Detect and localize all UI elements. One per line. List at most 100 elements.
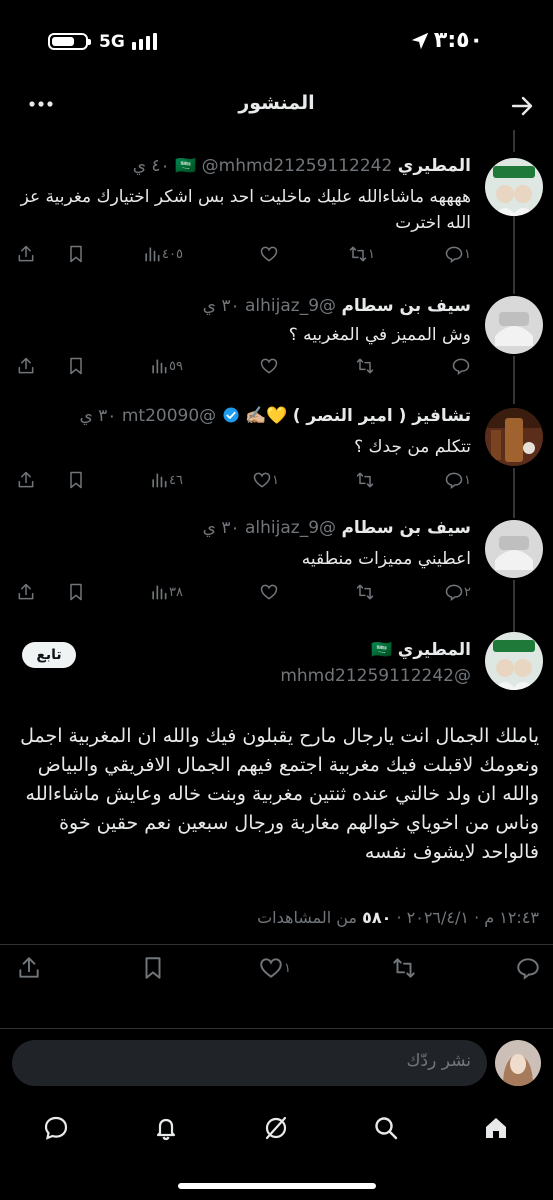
share-icon <box>18 471 34 488</box>
like-action[interactable] <box>259 580 279 604</box>
search-icon[interactable] <box>372 1114 400 1142</box>
reply-icon <box>452 358 470 375</box>
reply-action[interactable]: ٢ <box>444 580 471 604</box>
display-name[interactable]: المطيري <box>398 156 471 176</box>
retweet-action[interactable]: ١ <box>348 242 375 266</box>
reply-placeholder: نشر ردّك <box>406 1051 471 1071</box>
home-icon[interactable] <box>482 1114 510 1142</box>
retweet-icon <box>349 246 367 262</box>
views-count[interactable]: ٥٨٠ <box>362 908 391 927</box>
like-count: ١ <box>284 960 291 976</box>
reply-header: المطيري 🇸🇦 @mhmd21259112242 ٤٠ ي <box>12 156 471 176</box>
display-name[interactable]: سيف بن سطام <box>341 518 471 538</box>
retweet-action[interactable] <box>391 956 417 980</box>
retweet-icon <box>393 958 415 978</box>
avatar[interactable] <box>485 158 543 216</box>
thread-line <box>513 130 515 152</box>
avatar[interactable] <box>485 408 543 466</box>
views-count: ٣٨ <box>169 584 183 600</box>
status-bar: 5G ٣:٥٠ <box>0 0 553 80</box>
retweet-icon <box>356 584 374 600</box>
reply-action[interactable] <box>515 956 541 980</box>
reply-icon <box>445 472 463 489</box>
avatar[interactable] <box>485 296 543 354</box>
reply-text: وش المميز في المغربيه ؟ <box>288 325 471 345</box>
views-action[interactable]: ٣٨ <box>149 580 183 604</box>
share-action[interactable] <box>16 354 36 378</box>
bookmark-action[interactable] <box>66 354 86 378</box>
reply-count: ١ <box>464 472 471 488</box>
views-action[interactable]: ٤٦ <box>149 468 183 492</box>
reply-header: سيف بن سطام @alhijaz_9 ٣٠ ي <box>12 518 471 538</box>
heart-icon <box>260 584 278 600</box>
reply-icon <box>517 958 539 980</box>
bookmark-action[interactable] <box>66 468 86 492</box>
share-icon <box>19 957 39 978</box>
reply-header: تشافيز ( امير النصر ) 💛✍🏼 @mt20090 ٣٠ ي <box>12 406 471 426</box>
reply-time: ٣٠ ي <box>202 518 240 538</box>
bookmark-icon <box>70 357 82 375</box>
bookmark-action[interactable] <box>140 956 166 980</box>
reply-header: سيف بن سطام @alhijaz_9 ٣٠ ي <box>12 296 471 316</box>
bottom-tab-bar <box>0 1100 553 1156</box>
retweet-action[interactable] <box>355 580 375 604</box>
share-icon <box>18 245 34 262</box>
share-action[interactable] <box>16 468 36 492</box>
reply-action[interactable]: ١ <box>444 468 471 492</box>
views-icon <box>152 585 167 600</box>
main-post-name-line: المطيري 🇸🇦 <box>12 640 471 660</box>
retweet-action[interactable] <box>355 468 375 492</box>
reply-text: تتكلم من جدك ؟ <box>354 437 471 457</box>
views-action[interactable]: ٤٠٥ <box>142 242 183 266</box>
follow-button[interactable]: تابع <box>22 642 76 668</box>
avatar[interactable] <box>485 520 543 578</box>
reply-action[interactable] <box>451 354 471 378</box>
reply-count: ١ <box>464 246 471 262</box>
share-action[interactable] <box>16 242 36 266</box>
like-action[interactable]: ١ <box>252 468 279 492</box>
user-handle[interactable]: @mt20090 <box>122 406 216 426</box>
like-action[interactable] <box>259 354 279 378</box>
page-title: المنشور <box>238 92 315 114</box>
back-arrow-icon[interactable] <box>509 94 535 118</box>
share-action[interactable] <box>16 956 42 980</box>
display-name[interactable]: المطيري <box>398 640 471 660</box>
display-name[interactable]: سيف بن سطام <box>341 296 471 316</box>
like-action[interactable]: ١ <box>258 956 291 980</box>
retweet-icon <box>356 358 374 374</box>
share-action[interactable] <box>16 580 36 604</box>
reply-time: ٣٠ ي <box>79 406 117 426</box>
home-indicator <box>178 1183 376 1189</box>
my-avatar[interactable] <box>495 1040 541 1086</box>
views-count: ٤٠٥ <box>162 246 183 262</box>
heart-icon <box>260 246 278 262</box>
views-label: من المشاهدات <box>257 908 363 927</box>
heart-icon <box>260 958 282 978</box>
post-timestamp: ١٢:٤٣ م · ٢٠٢٦/٤/١ · <box>391 908 539 927</box>
messages-icon[interactable] <box>42 1114 70 1142</box>
user-handle[interactable]: @mhmd21259112242 <box>12 666 471 686</box>
bookmark-icon <box>70 583 82 601</box>
network-type: 5G <box>99 32 125 52</box>
like-action[interactable] <box>259 242 279 266</box>
main-post-avatar[interactable] <box>485 632 543 690</box>
views-icon <box>152 359 167 374</box>
display-name[interactable]: تشافيز ( امير النصر ) <box>293 406 471 426</box>
views-action[interactable]: ٥٩ <box>149 354 183 378</box>
share-icon <box>18 357 34 374</box>
bookmark-action[interactable] <box>66 580 86 604</box>
divider <box>0 1028 553 1029</box>
user-handle[interactable]: @alhijaz_9 <box>245 518 336 538</box>
main-action-bar: ١ <box>0 956 553 980</box>
reply-action[interactable]: ١ <box>444 242 471 266</box>
user-handle[interactable]: @alhijaz_9 <box>245 296 336 316</box>
action-bar: ١ ١ ٤٠٥ <box>0 242 553 266</box>
bookmark-action[interactable] <box>66 242 86 266</box>
notifications-icon[interactable] <box>152 1114 180 1142</box>
user-handle[interactable]: @mhmd21259112242 <box>202 156 393 176</box>
reply-input[interactable]: نشر ردّك <box>12 1040 487 1086</box>
heart-icon <box>253 472 271 488</box>
status-time: ٣:٥٠ <box>433 28 483 53</box>
retweet-action[interactable] <box>355 354 375 378</box>
grok-icon[interactable] <box>262 1114 290 1142</box>
